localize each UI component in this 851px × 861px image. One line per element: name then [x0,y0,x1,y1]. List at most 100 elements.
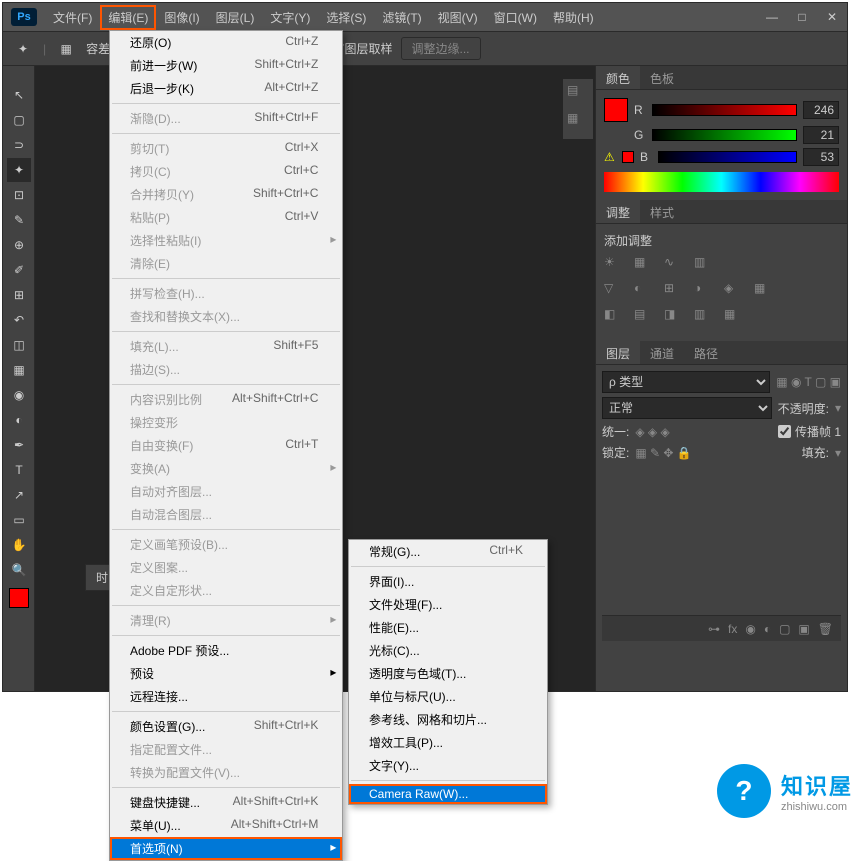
menu-entry[interactable]: Adobe PDF 预设... [110,639,342,662]
menu-entry[interactable]: 预设▸ [110,662,342,685]
layers-tab[interactable]: 图层 [596,341,640,364]
menu-window[interactable]: 窗口(W) [486,5,545,30]
group-icon[interactable]: ▢ [779,622,790,636]
menu-entry[interactable]: 增效工具(P)... [349,731,547,754]
styles-tab[interactable]: 样式 [640,200,684,223]
paths-tab[interactable]: 路径 [684,341,728,364]
filter-icons[interactable]: ▦ ◉ T ▢ ▣ [776,375,841,389]
menu-view[interactable]: 视图(V) [430,5,486,30]
r-slider[interactable] [652,104,797,116]
menu-entry[interactable]: 参考线、网格和切片... [349,708,547,731]
foreground-color[interactable] [9,588,29,608]
menu-entry[interactable]: 性能(E)... [349,616,547,639]
invert-icon[interactable]: ◧ [604,307,624,327]
maximize-button[interactable]: □ [787,6,817,28]
selective-icon[interactable]: ▦ [724,307,744,327]
exposure-icon[interactable]: ▥ [694,255,714,275]
dodge-tool[interactable]: ◐ [7,408,31,432]
adjustments-tab[interactable]: 调整 [596,200,640,223]
levels-icon[interactable]: ▦ [634,255,654,275]
menu-entry[interactable]: 常规(G)...Ctrl+K [349,540,547,563]
brightness-icon[interactable]: ☀ [604,255,624,275]
mixer-icon[interactable]: ▦ [754,281,774,301]
menu-type[interactable]: 文字(Y) [262,5,318,30]
swatches-tab[interactable]: 色板 [640,66,684,89]
menu-select[interactable]: 选择(S) [318,5,374,30]
eraser-tool[interactable]: ◫ [7,333,31,357]
brush-tool[interactable]: ✐ [7,258,31,282]
refine-edge-button[interactable]: 调整边缘... [401,37,481,60]
photo-filter-icon[interactable]: ◈ [724,281,744,301]
menu-entry[interactable]: 首选项(N)▸ [110,837,342,860]
menu-image[interactable]: 图像(I) [156,5,207,30]
history-brush-tool[interactable]: ↶ [7,308,31,332]
bw-icon[interactable]: ◑ [694,281,714,301]
posterize-icon[interactable]: ▤ [634,307,654,327]
menu-entry[interactable]: 还原(O)Ctrl+Z [110,31,342,54]
b-input[interactable] [803,148,839,166]
gradient-map-icon[interactable]: ▥ [694,307,714,327]
delete-layer-icon[interactable]: 🗑 [818,622,833,636]
balance-icon[interactable]: ⊞ [664,281,684,301]
hand-tool[interactable]: ✋ [7,533,31,557]
path-select-tool[interactable]: ↗ [7,483,31,507]
minimize-button[interactable]: — [757,6,787,28]
b-slider[interactable] [658,151,797,163]
g-slider[interactable] [652,129,797,141]
g-input[interactable] [803,126,839,144]
vibrance-icon[interactable]: ▽ [604,281,624,301]
menu-entry[interactable]: 前进一步(W)Shift+Ctrl+Z [110,54,342,77]
menu-entry[interactable]: Camera Raw(W)... [349,784,547,804]
curves-icon[interactable]: ∿ [664,255,684,275]
menu-edit[interactable]: 编辑(E) [100,5,156,30]
mask-icon[interactable]: ◉ [745,622,755,636]
close-button[interactable]: ✕ [817,6,847,28]
menu-filter[interactable]: 滤镜(T) [374,5,429,30]
fx-icon[interactable]: fx [728,622,737,636]
sample-mode-icon[interactable]: ▦ [54,37,78,61]
pen-tool[interactable]: ✒ [7,433,31,457]
spectrum-picker[interactable] [604,172,839,192]
gradient-tool[interactable]: ▦ [7,358,31,382]
r-input[interactable] [803,101,839,119]
menu-entry[interactable]: 界面(I)... [349,570,547,593]
menu-entry[interactable]: 透明度与色域(T)... [349,662,547,685]
healing-tool[interactable]: ⊕ [7,233,31,257]
marquee-tool[interactable]: ▢ [7,108,31,132]
layer-kind-select[interactable]: ρ 类型 [602,371,770,393]
channels-tab[interactable]: 通道 [640,341,684,364]
menu-file[interactable]: 文件(F) [45,5,100,30]
menu-layer[interactable]: 图层(L) [208,5,263,30]
color-preview[interactable] [604,98,628,122]
menu-entry[interactable]: 颜色设置(G)...Shift+Ctrl+K [110,715,342,738]
propagate-checkbox[interactable]: 传播帧 1 [778,423,841,440]
menu-entry[interactable]: 键盘快捷键...Alt+Shift+Ctrl+K [110,791,342,814]
color-tab[interactable]: 颜色 [596,66,640,89]
lasso-tool[interactable]: ⊃ [7,133,31,157]
new-layer-icon[interactable]: ▣ [798,622,809,636]
menu-entry[interactable]: 光标(C)... [349,639,547,662]
hue-icon[interactable]: ◐ [634,281,654,301]
menu-entry[interactable]: 远程连接... [110,685,342,708]
blend-mode-select[interactable]: 正常 [602,397,772,419]
magic-wand-tool[interactable]: ✦ [7,158,31,182]
menu-entry[interactable]: 菜单(U)...Alt+Shift+Ctrl+M [110,814,342,837]
menu-entry[interactable]: 单位与标尺(U)... [349,685,547,708]
menu-entry[interactable]: 后退一步(K)Alt+Ctrl+Z [110,77,342,100]
properties-panel-icon[interactable]: ▦ [567,111,591,135]
threshold-icon[interactable]: ◨ [664,307,684,327]
menu-entry[interactable]: 文件处理(F)... [349,593,547,616]
blur-tool[interactable]: ◉ [7,383,31,407]
crop-tool[interactable]: ⊡ [7,183,31,207]
link-icon[interactable]: ⊶ [708,622,720,636]
history-panel-icon[interactable]: ▤ [567,83,591,107]
zoom-tool[interactable]: 🔍 [7,558,31,582]
menu-entry[interactable]: 文字(Y)... [349,754,547,777]
stamp-tool[interactable]: ⊞ [7,283,31,307]
eyedropper-tool[interactable]: ✎ [7,208,31,232]
type-tool[interactable]: T [7,458,31,482]
adjustment-layer-icon[interactable]: ◐ [764,622,771,636]
move-tool[interactable]: ↖ [7,83,31,107]
shape-tool[interactable]: ▭ [7,508,31,532]
menu-help[interactable]: 帮助(H) [545,5,602,30]
